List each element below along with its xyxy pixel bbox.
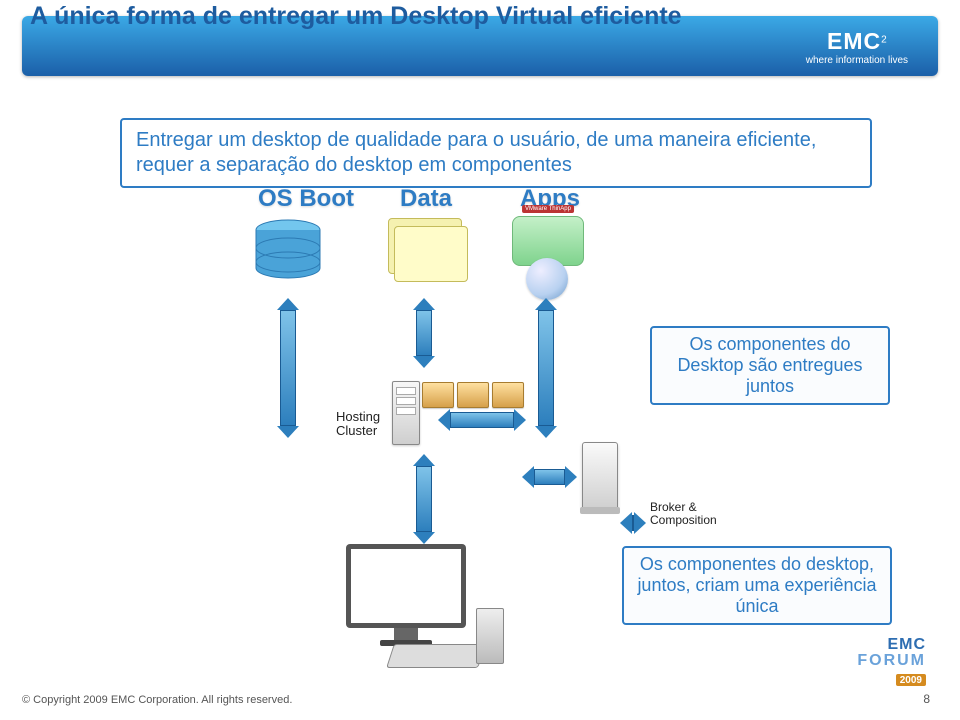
slide-title: A única forma de entregar um Desktop Vir…	[30, 2, 682, 31]
database-icon	[252, 218, 324, 288]
flow-arrow-apps	[535, 298, 557, 438]
broker-label: Broker &Composition	[650, 501, 717, 527]
hosting-cluster-label: HostingCluster	[336, 410, 380, 439]
flow-arrow-os	[277, 298, 299, 438]
column-label-data: Data	[400, 185, 452, 213]
broker-server-icon	[582, 442, 618, 510]
flow-arrow-to-desktop	[413, 454, 435, 544]
flow-arrow-cluster-right	[438, 409, 526, 431]
callout-components-delivered: Os componentes do Desktop são entregues …	[650, 326, 890, 405]
logo-tagline: where information lives	[806, 55, 908, 66]
apps-tag-label: VMware ThinApp	[522, 205, 574, 213]
folder-icon	[388, 218, 462, 274]
workstation-icon	[346, 544, 466, 646]
footer-copyright: © Copyright 2009 EMC Corporation. All ri…	[22, 694, 292, 706]
page-number: 8	[923, 692, 930, 706]
flow-arrow-to-broker	[522, 466, 577, 488]
logo-superscript: 2	[881, 35, 887, 46]
logo-text: EMC	[827, 28, 881, 54]
intro-statement: Entregar um desktop de qualidade para o …	[120, 118, 872, 188]
column-label-os: OS Boot	[258, 185, 354, 213]
flow-arrow-data	[413, 298, 435, 368]
hosting-cluster-icon	[392, 376, 420, 445]
cluster-blades-icon	[422, 382, 524, 408]
flow-arrow-broker-label	[620, 512, 645, 534]
brand-logo: EMC2 where information lives	[806, 28, 908, 66]
forum-logo: EMC FORUM 2009	[857, 636, 926, 688]
apps-icon: VMware ThinApp	[512, 216, 584, 266]
callout-unified-experience: Os componentes do desktop, juntos, criam…	[622, 546, 892, 625]
